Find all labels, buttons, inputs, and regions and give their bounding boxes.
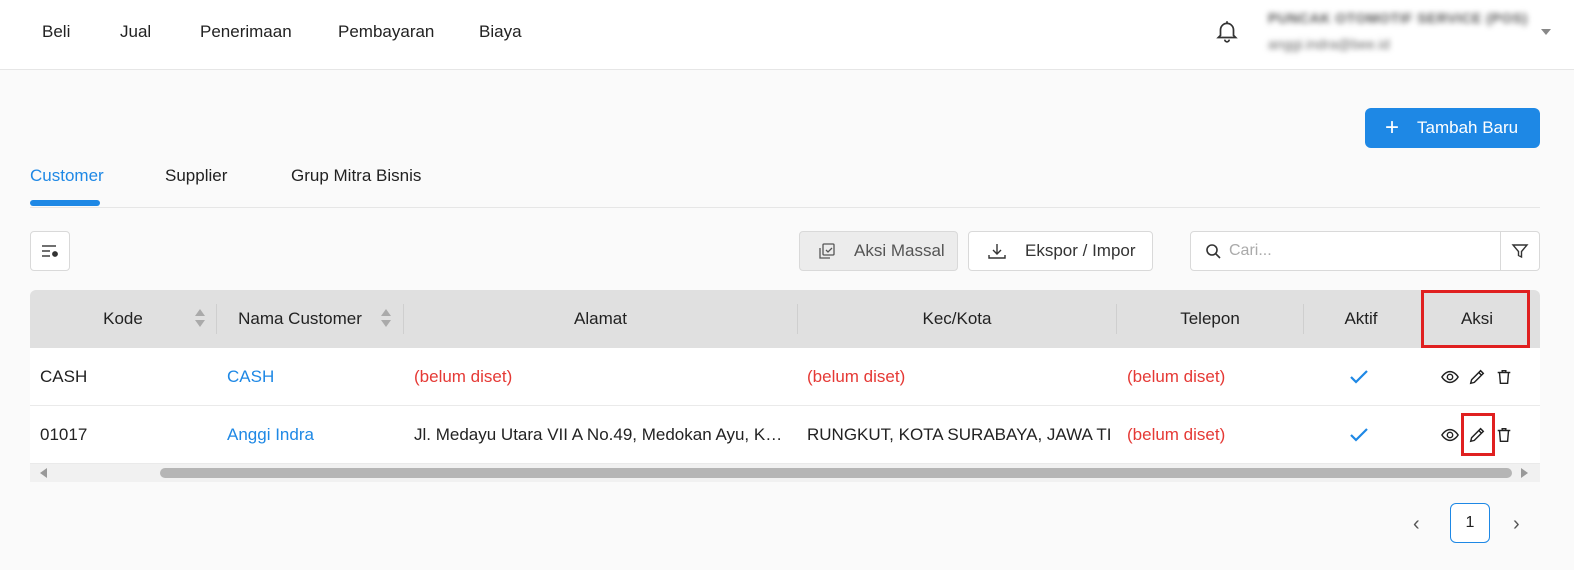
column-settings-button[interactable] (30, 231, 70, 271)
search-input[interactable] (1229, 242, 1479, 260)
customer-name-link[interactable]: Anggi Indra (227, 406, 397, 464)
cell-kode: 01017 (40, 425, 88, 444)
cell-alamat: Jl. Medayu Utara VII A No.49, Medokan Ay… (414, 425, 789, 444)
active-tab-indicator (30, 200, 100, 206)
header-telepon: Telepon (1180, 309, 1240, 328)
header-aktif: Aktif (1344, 309, 1378, 328)
customer-name-link[interactable]: CASH (227, 348, 397, 406)
tab-customer[interactable]: Customer (30, 166, 104, 186)
delete-trash-icon[interactable] (1495, 368, 1513, 386)
plus-icon: + (1385, 114, 1400, 141)
scroll-right-icon[interactable] (1521, 468, 1528, 478)
cell-kode: CASH (40, 367, 88, 386)
search-box (1190, 231, 1501, 271)
cell-telepon: (belum diset) (1127, 425, 1226, 444)
check-icon (1350, 428, 1368, 442)
table-row: CASH CASH (belum diset) (belum diset) (b… (30, 348, 1540, 406)
account-email: anggi.indra@bee.id (1268, 36, 1390, 52)
bulk-action-button[interactable]: Aksi Massal (799, 231, 958, 271)
delete-trash-icon[interactable] (1495, 426, 1513, 444)
export-import-label: Ekspor / Impor (1025, 241, 1136, 260)
view-eye-icon[interactable] (1441, 426, 1459, 444)
header-kode[interactable]: Kode (30, 290, 216, 348)
cell-kec-kota: RUNGKUT, KOTA SURABAYA, JAWA TIMUR (807, 425, 1112, 444)
filter-icon (1511, 244, 1529, 259)
search-icon (1206, 244, 1221, 259)
horizontal-scrollbar[interactable] (30, 464, 1540, 482)
export-import-button[interactable]: Ekspor / Impor (968, 231, 1153, 271)
check-icon (1350, 370, 1368, 384)
tab-grup-mitra-bisnis[interactable]: Grup Mitra Bisnis (291, 166, 421, 186)
tab-bar: Customer Supplier Grup Mitra Bisnis (30, 160, 1540, 208)
tab-supplier[interactable]: Supplier (165, 166, 227, 186)
header-alamat: Alamat (574, 309, 627, 328)
nav-beli[interactable]: Beli (42, 22, 70, 42)
sort-icon[interactable] (381, 309, 391, 329)
download-icon (988, 244, 1006, 259)
header-aksi: Aksi (1460, 309, 1494, 328)
header-kec-kota: Kec/Kota (922, 309, 992, 328)
customer-table: Kode Nama Customer Alamat Kec/Kota Telep… (30, 290, 1540, 482)
bell-icon[interactable] (1214, 18, 1240, 44)
cell-alamat: (belum diset) (414, 367, 513, 386)
edit-pencil-icon[interactable] (1468, 368, 1486, 386)
nav-jual[interactable]: Jual (120, 22, 151, 42)
account-menu[interactable]: PUNCAK OTOMOTIF SERVICE (POS) anggi.indr… (1268, 10, 1538, 52)
edit-pencil-icon[interactable] (1468, 426, 1486, 444)
header-nama-customer[interactable]: Nama Customer (217, 290, 383, 348)
top-nav: Beli Jual Penerimaan Pembayaran Biaya PU… (0, 0, 1574, 70)
bulk-select-icon (819, 243, 835, 259)
nav-biaya[interactable]: Biaya (479, 22, 522, 42)
next-page-icon[interactable]: › (1513, 513, 1520, 536)
column-settings-icon (42, 245, 58, 257)
caret-down-icon[interactable] (1541, 29, 1551, 35)
nav-pembayaran[interactable]: Pembayaran (338, 22, 434, 42)
prev-page-icon[interactable]: ‹ (1413, 513, 1420, 536)
cell-telepon: (belum diset) (1127, 367, 1226, 386)
scroll-left-icon[interactable] (40, 468, 47, 478)
scrollbar-thumb[interactable] (160, 468, 1512, 478)
sort-icon[interactable] (195, 309, 205, 329)
nav-penerimaan[interactable]: Penerimaan (200, 22, 292, 42)
table-row: 01017 Anggi Indra Jl. Medayu Utara VII A… (30, 406, 1540, 464)
filter-button[interactable] (1500, 231, 1540, 271)
table-header: Kode Nama Customer Alamat Kec/Kota Telep… (30, 290, 1540, 348)
cell-kec-kota: (belum diset) (807, 367, 906, 386)
add-new-label: Tambah Baru (1417, 118, 1519, 137)
company-name: PUNCAK OTOMOTIF SERVICE (POS) (1268, 10, 1528, 26)
current-page-button[interactable]: 1 (1450, 503, 1490, 543)
view-eye-icon[interactable] (1441, 368, 1459, 386)
add-new-button[interactable]: + Tambah Baru (1365, 108, 1540, 148)
bulk-action-label: Aksi Massal (854, 241, 945, 260)
